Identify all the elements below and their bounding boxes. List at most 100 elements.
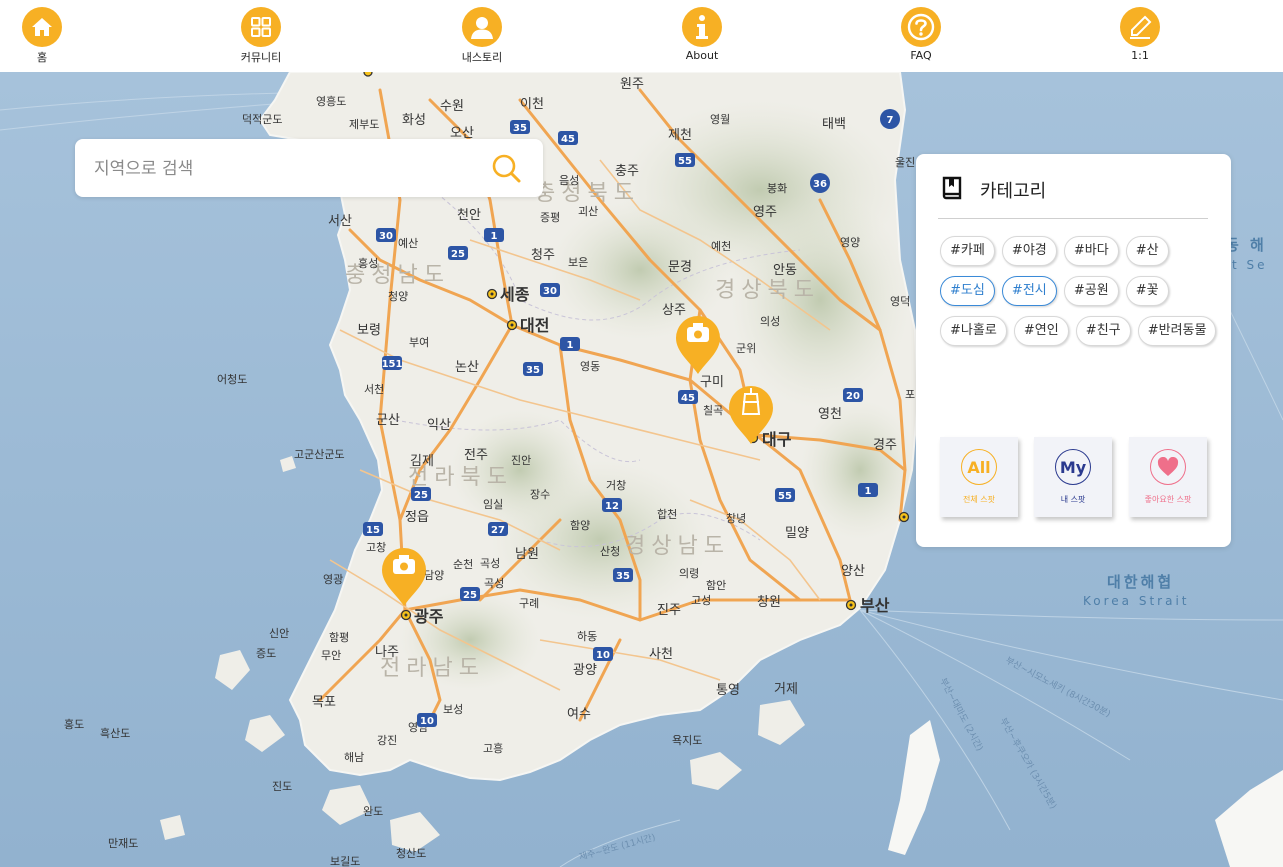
svg-text:전주: 전주	[464, 448, 488, 463]
svg-text:10: 10	[596, 650, 610, 661]
filter-my-spots[interactable]: My 내 스팟	[1034, 437, 1112, 517]
svg-text:통영: 통영	[716, 683, 740, 698]
svg-text:1: 1	[567, 340, 574, 351]
svg-text:Korea Strait: Korea Strait	[1083, 594, 1189, 608]
category-title: 카테고리	[980, 181, 1047, 202]
nav-community-label: 커뮤니티	[240, 51, 282, 64]
pen-icon	[1120, 7, 1160, 47]
tag-friends[interactable]: #친구	[1075, 316, 1131, 346]
svg-text:영동: 영동	[580, 360, 600, 373]
tag-mountain[interactable]: #산	[1125, 236, 1169, 266]
nav-my-story[interactable]: 내스토리	[442, 7, 522, 65]
svg-text:10: 10	[420, 716, 434, 727]
all-badge: All	[961, 449, 997, 485]
tag-exhibition[interactable]: #전시	[1001, 276, 1057, 306]
svg-text:고흥: 고흥	[483, 741, 503, 755]
top-navigation: 홈 커뮤니티 내스토리 About FAQ 1:1	[0, 0, 1283, 72]
svg-text:장수: 장수	[530, 488, 550, 501]
svg-text:보은: 보은	[568, 256, 588, 269]
nav-about[interactable]: About	[662, 7, 742, 62]
svg-text:진도: 진도	[272, 780, 292, 793]
svg-text:25: 25	[463, 590, 477, 601]
grid-icon	[241, 7, 281, 47]
svg-text:산청: 산청	[600, 545, 620, 558]
svg-text:신안: 신안	[269, 627, 289, 640]
svg-text:순천: 순천	[453, 557, 473, 571]
tag-downtown[interactable]: #도심	[940, 276, 995, 306]
filter-liked-spots[interactable]: 좋아요한 스팟	[1129, 437, 1207, 517]
tag-couple[interactable]: #연인	[1013, 316, 1069, 346]
svg-text:보길도: 보길도	[330, 855, 360, 867]
filter-all-spots[interactable]: All 전체 스팟	[940, 437, 1018, 517]
tag-sea[interactable]: #바다	[1063, 236, 1119, 266]
svg-text:경주: 경주	[873, 438, 897, 453]
svg-text:완도: 완도	[363, 805, 383, 818]
svg-text:서산: 서산	[328, 214, 352, 229]
tag-pets[interactable]: #반려동물	[1137, 316, 1217, 346]
svg-text:함평: 함평	[329, 631, 349, 644]
svg-text:30: 30	[543, 286, 557, 297]
svg-text:예산: 예산	[398, 237, 418, 250]
tag-solo[interactable]: #나홀로	[940, 316, 1007, 346]
filter-liked-label: 좋아요한 스팟	[1144, 495, 1192, 504]
svg-text:이천: 이천	[520, 97, 544, 112]
nav-faq-label: FAQ	[910, 49, 932, 62]
svg-text:대전: 대전	[520, 316, 549, 335]
svg-text:합천: 합천	[657, 507, 677, 521]
search-icon[interactable]	[489, 151, 523, 185]
nav-about-label: About	[685, 49, 719, 62]
svg-text:36: 36	[813, 179, 827, 190]
svg-text:해남: 해남	[344, 750, 364, 764]
svg-text:1: 1	[491, 231, 498, 242]
svg-text:홍도: 홍도	[64, 717, 84, 731]
svg-text:군위: 군위	[736, 342, 756, 355]
svg-text:27: 27	[491, 525, 505, 536]
nav-one-to-one[interactable]: 1:1	[1100, 7, 1180, 62]
svg-text:25: 25	[414, 490, 428, 501]
svg-text:욕지도: 욕지도	[672, 734, 702, 747]
filter-all-label: 전체 스팟	[963, 495, 995, 504]
svg-text:광양: 광양	[573, 663, 597, 678]
svg-text:45: 45	[561, 134, 575, 145]
svg-text:30: 30	[379, 231, 393, 242]
svg-text:양산: 양산	[841, 564, 865, 579]
tag-park[interactable]: #공원	[1063, 276, 1119, 306]
svg-text:부산: 부산	[860, 596, 890, 615]
tag-flower[interactable]: #꽃	[1125, 276, 1169, 306]
tag-cafe[interactable]: #카페	[940, 236, 995, 266]
svg-text:35: 35	[616, 571, 630, 582]
svg-text:강진: 강진	[377, 734, 397, 747]
search-input[interactable]	[92, 153, 476, 185]
svg-text:곡성: 곡성	[480, 557, 500, 570]
svg-text:35: 35	[513, 123, 527, 134]
svg-text:함안: 함안	[706, 579, 726, 592]
svg-text:예천: 예천	[711, 239, 731, 253]
svg-text:영흥도: 영흥도	[316, 94, 346, 108]
nav-community[interactable]: 커뮤니티	[221, 7, 301, 65]
question-icon	[901, 7, 941, 47]
svg-text:제천: 제천	[668, 128, 692, 143]
svg-text:무안: 무안	[321, 649, 341, 662]
book-icon	[940, 176, 964, 204]
tag-night-view[interactable]: #야경	[1001, 236, 1057, 266]
tag-list: #카페 #야경 #바다 #산 #도심 #전시 #공원 #꽃 #나홀로 #연인 #…	[940, 236, 1220, 356]
svg-text:충청북도: 충청북도	[535, 181, 640, 206]
search-bar	[75, 139, 543, 197]
svg-text:의성: 의성	[760, 315, 780, 328]
svg-text:45: 45	[681, 393, 695, 404]
svg-text:경상북도: 경상북도	[715, 278, 820, 303]
svg-text:익산: 익산	[427, 418, 451, 433]
svg-text:군산: 군산	[376, 413, 400, 428]
nav-home[interactable]: 홈	[2, 7, 82, 65]
category-divider	[938, 218, 1208, 219]
svg-text:남원: 남원	[515, 547, 539, 562]
nav-my-story-label: 내스토리	[461, 51, 503, 64]
nav-faq[interactable]: FAQ	[881, 7, 961, 62]
svg-text:12: 12	[605, 501, 619, 512]
svg-text:보령: 보령	[357, 323, 381, 338]
svg-text:동 해: 동 해	[1225, 236, 1267, 254]
svg-text:영양: 영양	[840, 236, 860, 249]
svg-text:천안: 천안	[457, 208, 481, 223]
svg-text:진주: 진주	[657, 603, 681, 618]
svg-text:대한해협: 대한해협	[1107, 573, 1174, 591]
